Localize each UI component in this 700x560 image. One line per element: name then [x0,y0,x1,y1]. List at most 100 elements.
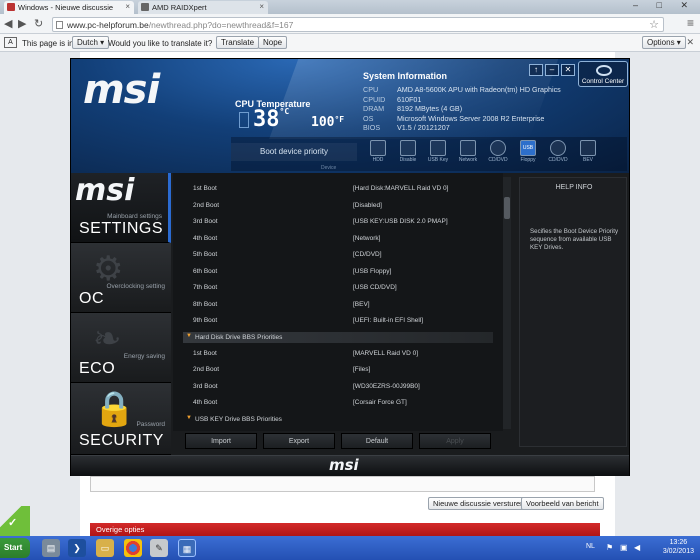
nav-oc[interactable]: ⚙ Overclocking setting OC [71,243,171,313]
server-manager-icon[interactable]: ▤ [42,539,60,557]
control-center-button[interactable]: Control Center [578,61,628,87]
chrome-icon[interactable] [124,539,142,557]
translate-button[interactable]: Translate [216,36,260,49]
boot-row[interactable]: 1st Boot [MARVELL Raid VD 0] [173,346,491,362]
boot-row[interactable]: 8th Boot [BEV] [173,297,491,313]
boot-row[interactable]: 2nd Boot [Files] [173,362,491,378]
boot-row[interactable]: 5th Boot [CD/DVD] [173,247,491,263]
powershell-icon[interactable]: ❯ [68,539,86,557]
bios-nav: msi Mainboard settings SETTINGS ⚙ Overcl… [71,173,171,455]
boot-device-hdd[interactable]: HDD [367,140,389,163]
window-controls[interactable]: – □ ✕ [633,0,696,11]
msi-app-icon[interactable]: ▦ [178,539,196,557]
language-indicator[interactable]: NL [586,543,595,550]
hdd-icon [370,140,386,156]
boot-row[interactable]: 2nd Boot [Disabled] [173,198,491,214]
boot-device-usb-cd[interactable]: CD/DVD [547,140,569,163]
close-tab-icon[interactable]: × [259,2,264,11]
temp-gauge [239,112,249,128]
flag-icon[interactable]: ⚑ [606,543,613,552]
language-select[interactable]: Dutch ▾ [72,36,110,49]
message-editor[interactable] [90,476,595,492]
cpu-temp-fahrenheit: 100°F [311,115,345,130]
boot-row[interactable]: 4th Boot [Network] [173,231,491,247]
scrollbar-thumb[interactable] [504,197,510,219]
expand-arrow-icon: ▼ [186,333,192,339]
scroll-up-icon[interactable]: ↑ [529,64,543,76]
boot-row[interactable]: 4th Boot [Corsair Force GT] [173,395,491,411]
boot-row[interactable]: 1st Boot [Hard Disk:MARVELL Raid VD 0] [173,181,491,197]
msi-footer: msi [71,455,629,476]
boot-row[interactable]: 9th Boot [UEFI: Built-in EFI Shell] [173,313,491,329]
boot-device-disabled[interactable]: Disable [397,140,419,163]
usb-cd-icon [550,140,566,156]
submit-thread-button[interactable]: Nieuwe discussie versturen [428,497,530,510]
boot-device-cd-dvd[interactable]: CD/DVD [487,140,509,163]
cd-icon [490,140,506,156]
taskbar: Start ▤ ❯ ▭ ✎ ▦ NL ⚑ ▣ ◀ 13:26 3/02/2013 [0,536,700,560]
minimize-button[interactable]: – [545,64,559,76]
msi-logo: msi [83,67,160,113]
explorer-icon[interactable]: ▭ [96,539,114,557]
tools-icon[interactable]: ✎ [150,539,168,557]
start-button[interactable]: Start [0,538,30,558]
boot-priority-bar: Boot device priority HDD Disable USB Key… [231,137,627,171]
translate-icon: A [4,37,17,48]
boot-device-floppy[interactable]: USB Floppy [517,140,539,163]
close-tab-icon[interactable]: × [125,2,130,11]
boot-device-usb-key[interactable]: USB Key [427,140,449,163]
forward-icon[interactable]: ▶ [18,17,26,30]
disabled-icon [400,140,416,156]
boot-row[interactable]: 7th Boot [USB CD/DVD] [173,280,491,296]
nav-eco[interactable]: ❧ Energy saving ECO [71,313,171,383]
usb-floppy-icon: USB [520,140,536,156]
boot-row[interactable]: 3rd Boot [USB KEY:USB DISK 2.0 PMAP] [173,214,491,230]
expand-arrow-icon: ▼ [186,415,192,421]
wrench-icon[interactable]: ≡ [687,16,694,30]
help-title: HELP INFO [555,184,593,191]
cpu-temp-celsius: 38°C [253,107,290,132]
msi-bios-window: msi CPU Temperature 38°C 100°F System In… [70,58,630,476]
other-options-bar[interactable]: Overige opties [90,523,600,536]
action-bar: Import Export Default Apply [179,431,509,451]
eco-leaf-icon: ❧ [93,320,122,358]
hdd-bbs-group[interactable]: ▼ Hard Disk Drive BBS Priorities [183,332,493,343]
list-scrollbar[interactable] [503,177,511,429]
msi-header: msi CPU Temperature 38°C 100°F System In… [71,59,629,173]
options-button[interactable]: Options ▾ [642,36,686,49]
back-icon[interactable]: ◀ [4,17,12,30]
boot-row[interactable]: 6th Boot [USB Floppy] [173,264,491,280]
favicon-icon [141,3,149,11]
page-icon [56,21,63,29]
usb-bbs-group[interactable]: ▼ USB KEY Drive BBS Priorities [183,414,493,425]
export-button[interactable]: Export [263,433,335,449]
help-text: Secifies the Boot Device Priority sequen… [530,228,619,251]
default-button[interactable]: Default [341,433,413,449]
nav-security[interactable]: 🔒 Password SECURITY [71,383,171,455]
check-icon: ✓ [8,517,18,529]
nope-button[interactable]: Nope [258,36,288,49]
system-tray: NL ⚑ ▣ ◀ 13:26 3/02/2013 [580,536,700,560]
boot-row[interactable]: 3rd Boot [WD30EZRS-00J99B0] [173,379,491,395]
tab-amd-raidxpert[interactable]: AMD RAIDXpert × [138,1,268,14]
boot-device-network[interactable]: Network [457,140,479,163]
boot-device-bev[interactable]: BEV [577,140,599,163]
bookmark-star-icon[interactable]: ☆ [649,18,659,31]
network-tray-icon[interactable]: ▣ [620,543,628,552]
url-input[interactable]: www.pc-helpforum.be/newthread.php?do=new… [52,17,664,32]
favicon-icon [7,3,15,11]
preview-post-button[interactable]: Voorbeeld van bericht [521,497,604,510]
apply-button: Apply [419,433,491,449]
tab-windows-discussion[interactable]: Windows - Nieuwe discussie × [4,1,134,14]
nav-settings[interactable]: msi Mainboard settings SETTINGS [71,173,171,243]
lock-icon: 🔒 [93,390,136,428]
tab-strip: Windows - Nieuwe discussie × AMD RAIDXpe… [0,0,700,14]
close-translate-icon[interactable]: ✕ [686,37,694,48]
volume-icon[interactable]: ◀ [634,543,640,552]
close-button[interactable]: ✕ [561,64,575,76]
clock[interactable]: 13:26 3/02/2013 [663,538,694,556]
boot-settings-list: 1st Boot [Hard Disk:MARVELL Raid VD 0] 2n… [173,173,503,431]
sysinfo-title: System Information [363,71,448,81]
reload-icon[interactable]: ↻ [34,17,43,30]
import-button[interactable]: Import [185,433,257,449]
